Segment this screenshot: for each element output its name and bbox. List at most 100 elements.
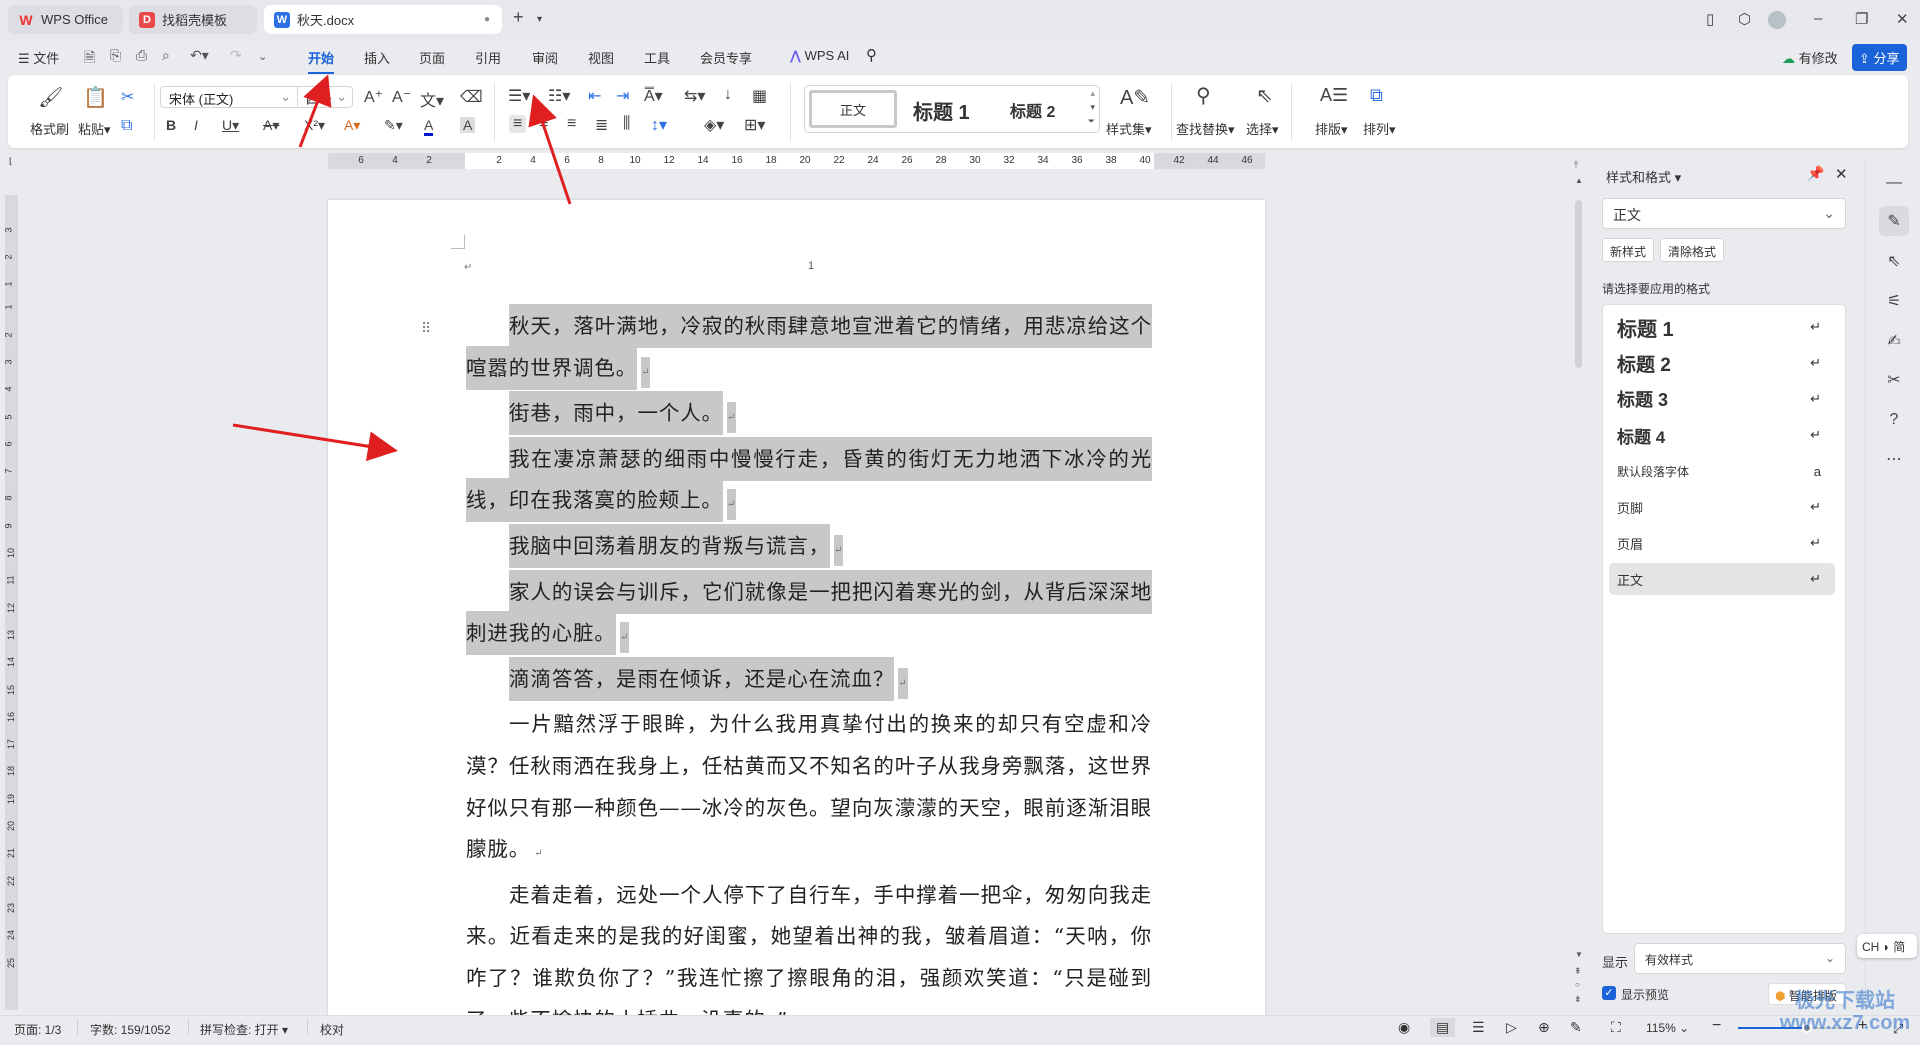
tab-home[interactable]: 开始 [308,48,335,74]
save-icon[interactable]: 🗎 [84,47,95,71]
eye-protection-icon[interactable]: ◉ [1398,1019,1410,1036]
paragraph[interactable]: 秋天，落叶满地，冷寂的秋雨肆意地宣泄着它的情绪，用悲凉给这个喧嚣的世界调色。 ↵ [466,304,1152,393]
close-window-button[interactable]: ✕ [1896,10,1909,28]
cube-icon[interactable]: ⬡ [1738,10,1751,28]
style-set-button[interactable]: 样式集▾ [1106,119,1152,138]
scroll-up-icon[interactable]: ▲ [1575,176,1583,185]
highlight-icon[interactable]: ✎▾ [384,117,403,134]
print-icon[interactable]: ⎙ [136,47,147,64]
redo-icon[interactable]: ↷ [230,47,242,64]
justify-icon[interactable]: ≣ [595,115,608,135]
grow-font-icon[interactable]: A⁺ [364,87,383,107]
scroll-top-icon[interactable]: ⤒ [1574,160,1578,171]
ime-indicator[interactable]: CH ◗ 简 [1857,934,1917,958]
style-item[interactable]: 标题 4 ↵ [1609,419,1835,451]
tab-tools[interactable]: 工具 [644,48,670,67]
pen-icon[interactable]: ✎ [1570,1019,1582,1036]
zoom-out-button[interactable]: − [1712,1017,1721,1035]
restore-button[interactable]: ❐ [1855,10,1868,28]
proofread-button[interactable]: 校对 [320,1021,344,1038]
help-icon[interactable]: ? [1879,405,1909,435]
show-marks-icon[interactable]: ▦ [752,86,767,106]
undo-icon[interactable]: ↶▾ [190,47,209,64]
tab-view[interactable]: 视图 [588,48,614,67]
style-item[interactable]: 页眉 ↵ [1609,527,1835,559]
tab-review[interactable]: 审阅 [532,48,558,67]
wps-ai-button[interactable]: ⋀ WPS AI [790,48,849,64]
style-normal[interactable]: 正文 [809,90,897,128]
bold-icon[interactable]: B [166,117,176,133]
increase-indent-icon[interactable]: ⇥ [616,86,629,106]
page-view-icon[interactable]: ▤ [1430,1018,1456,1037]
spell-check-toggle[interactable]: 拼写检查: 打开 ▾ [200,1021,288,1038]
style-item[interactable]: 标题 3 ↵ [1609,383,1835,415]
document-page[interactable]: ↵ 1 ⠿ 秋天，落叶满地，冷寂的秋雨肆意地宣泄着它的情绪，用悲凉给这个喧嚣的世… [328,200,1265,1032]
style-pen-icon[interactable]: ✎ [1879,206,1909,236]
bullet-list-icon[interactable]: ☰▾ [508,86,530,106]
paragraph[interactable]: 一片黯然浮于眼眸，为什么我用真挚付出的换来的却只有空虚和冷漠？任秋雨洒在我身上，… [466,704,1152,874]
share-button[interactable]: ⇪ 分享 [1852,44,1907,71]
tab-page[interactable]: 页面 [419,48,445,67]
phonetic-guide-icon[interactable]: 文▾ [420,87,444,111]
style-item[interactable]: 标题 2 ↵ [1609,347,1835,379]
align-center-icon[interactable]: ≡ [539,115,548,133]
gallery-up-icon[interactable]: ▴ [1090,88,1095,99]
tablet-mode-icon[interactable]: ▯ [1706,10,1714,28]
file-menu[interactable]: ☰ 文件 [18,48,59,67]
numbered-list-icon[interactable]: ☷▾ [548,86,570,106]
style-item[interactable]: 默认段落字体 a [1609,455,1835,487]
font-name-select[interactable]: 宋体 (正文) ⌄ [160,86,298,108]
underline-icon[interactable]: U▾ [222,117,239,134]
export-icon[interactable]: ⎘ [110,47,121,64]
style-heading-1[interactable]: 标题 1 [913,96,970,125]
drag-handle-icon[interactable]: ⠿ [421,320,431,337]
distribute-icon[interactable]: ⫼ [623,115,630,133]
font-size-select[interactable]: 四号 ⌄ [297,86,353,108]
borders-icon[interactable]: ⊞▾ [744,115,765,135]
clear-format-icon[interactable]: ⌫ [460,87,483,107]
signature-icon[interactable]: ✍ [1879,326,1909,356]
vertical-ruler[interactable]: 3 2 1 1 2 3 4 5 6 7 8 9 10 11 12 13 14 15 16 17 18 19 20 21 22 23… [4,195,18,1010]
find-replace-button[interactable]: 查找替换▾ [1176,119,1235,138]
show-preview-checkbox[interactable]: ✓ [1602,986,1616,1000]
minimize-button[interactable]: – [1814,10,1822,27]
copy-icon[interactable]: ⧉ [121,117,132,135]
document-body[interactable]: 秋天，落叶满地，冷寂的秋雨肆意地宣泄着它的情绪，用悲凉给这个喧嚣的世界调色。 ↵ 街… [466,304,1152,1045]
tab-member[interactable]: 会员专享 [700,48,752,67]
line-spacing-icon[interactable]: ↕▾ [651,115,667,135]
next-page-icon[interactable]: ⇟ [1574,994,1582,1005]
select-pointer-icon[interactable]: ⇖ [1879,246,1909,276]
tab-wps-office[interactable]: W WPS Office [8,5,123,34]
zoom-level[interactable]: 115% ⌄ [1646,1021,1689,1035]
text-effect-icon[interactable]: A▾ [344,117,360,134]
gallery-expand-icon[interactable]: ⏷ [1088,116,1095,127]
scrollbar-thumb[interactable] [1575,200,1582,368]
tab-docer-templates[interactable]: D 找稻壳模板 [129,5,257,34]
decrease-indent-icon[interactable]: ⇤ [588,86,601,106]
tab-stop-selector[interactable]: ⌊ [9,156,13,167]
sort-icon[interactable]: ↓ [724,86,732,104]
paragraph[interactable]: 滴滴答答，是雨在倾诉，还是心在流血？ ↵ [466,656,1152,705]
page-count[interactable]: 页面: 1/3 [14,1021,61,1038]
new-tab-button[interactable]: + [513,7,524,28]
char-shading-icon[interactable]: A [460,117,476,133]
scroll-down-icon[interactable]: ▼ [1575,950,1583,959]
web-view-icon[interactable]: ⊕ [1538,1019,1550,1036]
paragraph-direction-icon[interactable]: ⇆▾ [684,86,705,106]
modified-button[interactable]: ☁ 有修改 [1782,48,1838,67]
avatar[interactable] [1768,11,1786,29]
gallery-down-icon[interactable]: ▾ [1090,102,1095,113]
layout-button[interactable]: 排版▾ [1315,119,1348,138]
tab-references[interactable]: 引用 [475,48,501,67]
panel-title[interactable]: 样式和格式 ▾ [1606,167,1681,186]
adjust-sliders-icon[interactable]: ⚟ [1879,286,1909,316]
browse-object-icon[interactable]: ○ [1575,980,1580,989]
tools-icon[interactable]: ✂ [1879,365,1909,395]
style-item[interactable]: 正文 ↵ [1609,563,1835,595]
shrink-font-icon[interactable]: A⁻ [392,87,411,107]
format-painter-button[interactable]: 格式刷 [30,119,69,138]
style-heading-2[interactable]: 标题 2 [1010,98,1055,122]
fit-page-icon[interactable]: ⛶ [1611,1019,1621,1036]
style-item[interactable]: 标题 1 ↵ [1609,311,1835,343]
word-count[interactable]: 字数: 159/1052 [90,1021,171,1038]
